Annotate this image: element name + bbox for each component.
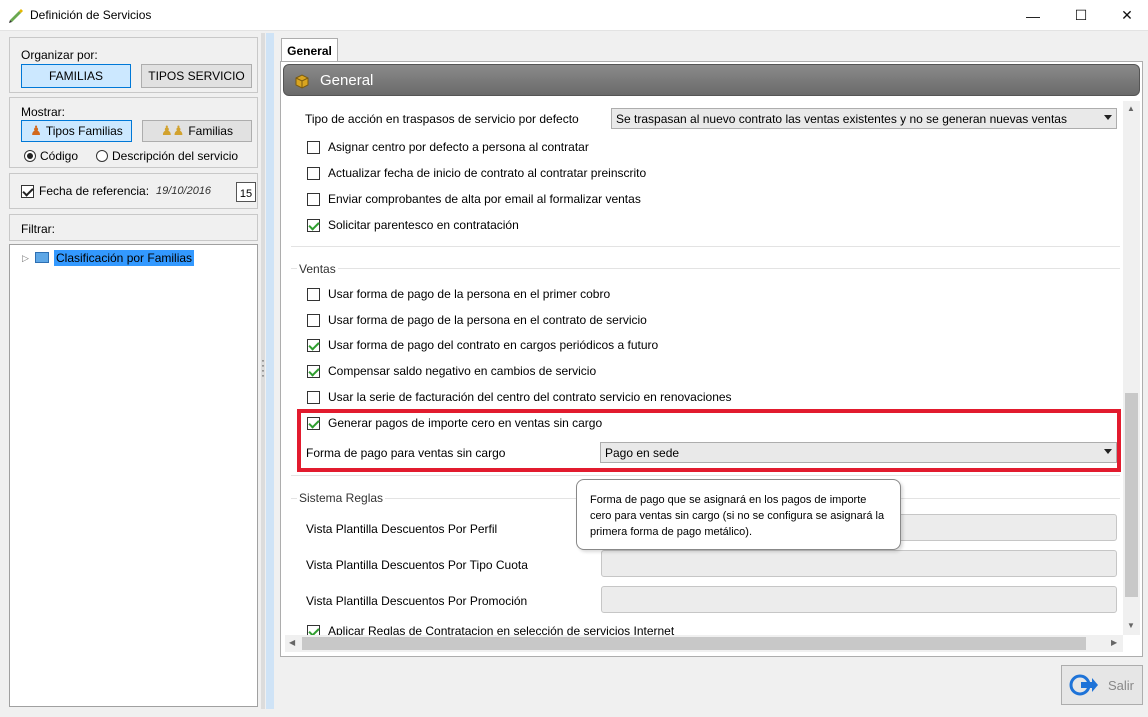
- check-ventas-1[interactable]: Usar forma de pago de la persona en el c…: [307, 313, 647, 327]
- familias-organize-button[interactable]: FAMILIAS: [21, 64, 131, 88]
- traspasos-label: Tipo de acción en traspasos de servicio …: [305, 112, 579, 126]
- checkbox[interactable]: [307, 624, 320, 635]
- show-group: Mostrar: ♟ Tipos Familias ♟♟ Familias Có…: [9, 97, 258, 168]
- tab-general[interactable]: General: [281, 38, 338, 62]
- checkbox[interactable]: [307, 287, 320, 301]
- fecha-referencia-input[interactable]: 19/10/2016: [156, 185, 211, 197]
- group-icon: ♟♟: [161, 123, 185, 138]
- check-asignar-centro[interactable]: Asignar centro por defecto a persona al …: [307, 140, 589, 154]
- panel-separator: [266, 33, 274, 709]
- settings-content: Tipo de acción en traspasos de servicio …: [285, 101, 1123, 635]
- salir-button[interactable]: Salir: [1061, 665, 1143, 705]
- tipos-familias-button[interactable]: ♟ Tipos Familias: [21, 120, 132, 142]
- title-bar: Definición de Servicios — ☐ ✕: [0, 0, 1148, 31]
- check-solicitar-parentesco[interactable]: Solicitar parentesco en contratación: [307, 218, 519, 232]
- divider: [291, 268, 1120, 269]
- check-actualizar-fecha[interactable]: Actualizar fecha de inicio de contrato a…: [307, 166, 646, 180]
- scroll-left-icon[interactable]: ◀: [289, 638, 295, 647]
- vertical-scrollbar[interactable]: ▲ ▼: [1123, 101, 1140, 635]
- checkbox[interactable]: [307, 166, 320, 180]
- sistema-section-label: Sistema Reglas: [297, 491, 386, 505]
- fecha-referencia-checkbox[interactable]: [21, 184, 34, 198]
- horizontal-scrollbar[interactable]: ◀ ▶: [285, 635, 1123, 652]
- family-tree[interactable]: ▷ Clasificación por Familias: [9, 244, 258, 707]
- show-label: Mostrar:: [21, 105, 66, 119]
- calendar-icon[interactable]: 15: [236, 182, 256, 202]
- tooltip: Forma de pago que se asignará en los pag…: [576, 479, 901, 550]
- filter-group: Filtrar:: [9, 214, 258, 241]
- splitter[interactable]: · · · ·: [261, 33, 265, 709]
- perfil-label: Vista Plantilla Descuentos Por Perfil: [306, 522, 498, 536]
- promocion-field[interactable]: [601, 586, 1117, 613]
- checkbox[interactable]: [307, 218, 320, 232]
- checkbox[interactable]: [307, 192, 320, 206]
- traspasos-select[interactable]: Se traspasan al nuevo contrato las venta…: [611, 108, 1117, 129]
- splitter-grip-icon: · · · ·: [261, 353, 265, 382]
- window-title: Definición de Servicios: [30, 8, 152, 22]
- ventas-section-label: Ventas: [297, 262, 338, 276]
- radio-descripcion[interactable]: Descripción del servicio: [96, 149, 238, 163]
- check-aplicar-reglas[interactable]: Aplicar Reglas de Contratacion en selecc…: [307, 624, 674, 635]
- reference-group: Fecha de referencia: 19/10/2016 15: [9, 173, 258, 209]
- check-enviar-comprobantes[interactable]: Enviar comprobantes de alta por email al…: [307, 192, 641, 206]
- checkbox[interactable]: [307, 390, 320, 404]
- check-ventas-2[interactable]: Usar forma de pago del contrato en cargo…: [307, 338, 658, 352]
- checkbox[interactable]: [307, 140, 320, 154]
- exit-icon: [1069, 674, 1098, 696]
- tipo-cuota-label: Vista Plantilla Descuentos Por Tipo Cuot…: [306, 558, 528, 572]
- check-ventas-4[interactable]: Usar la serie de facturación del centro …: [307, 390, 732, 404]
- divider: [291, 475, 1120, 476]
- tipo-cuota-field[interactable]: [601, 550, 1117, 577]
- chevron-down-icon: [1104, 115, 1112, 120]
- group-header: General: [283, 64, 1140, 96]
- highlight-box: [297, 409, 1121, 472]
- tree-root-item[interactable]: Clasificación por Familias: [54, 250, 195, 266]
- check-ventas-3[interactable]: Compensar saldo negativo en cambios de s…: [307, 364, 596, 378]
- familias-show-button[interactable]: ♟♟ Familias: [142, 120, 252, 142]
- tipos-servicio-button[interactable]: TIPOS SERVICIO: [141, 64, 252, 88]
- check-ventas-0[interactable]: Usar forma de pago de la persona en el p…: [307, 287, 610, 301]
- checkbox[interactable]: [307, 364, 320, 378]
- scroll-up-icon[interactable]: ▲: [1127, 104, 1135, 113]
- tree-expand-icon[interactable]: ▷: [22, 253, 29, 264]
- minimize-button[interactable]: —: [1010, 0, 1056, 31]
- box-icon: [295, 74, 309, 89]
- filter-label: Filtrar:: [21, 222, 55, 236]
- hscroll-thumb[interactable]: [302, 637, 1086, 650]
- group-title: General: [320, 72, 374, 89]
- promocion-label: Vista Plantilla Descuentos Por Promoción: [306, 594, 528, 608]
- person-icon: ♟: [30, 123, 42, 138]
- folder-icon: [35, 252, 49, 263]
- divider: [291, 246, 1120, 247]
- maximize-button[interactable]: ☐: [1058, 0, 1104, 31]
- organize-group: Organizar por: FAMILIAS TIPOS SERVICIO: [9, 37, 258, 93]
- scroll-thumb[interactable]: [1125, 393, 1138, 597]
- organize-label: Organizar por:: [21, 48, 98, 62]
- radio-codigo[interactable]: Código: [24, 149, 78, 163]
- scroll-right-icon[interactable]: ▶: [1111, 638, 1117, 647]
- close-button[interactable]: ✕: [1104, 0, 1148, 31]
- checkbox[interactable]: [307, 338, 320, 352]
- fecha-referencia-label: Fecha de referencia:: [39, 184, 150, 198]
- checkbox[interactable]: [307, 313, 320, 327]
- left-panel: Organizar por: FAMILIAS TIPOS SERVICIO M…: [9, 37, 258, 707]
- pencil-icon: [9, 9, 23, 23]
- scroll-down-icon[interactable]: ▼: [1127, 621, 1135, 630]
